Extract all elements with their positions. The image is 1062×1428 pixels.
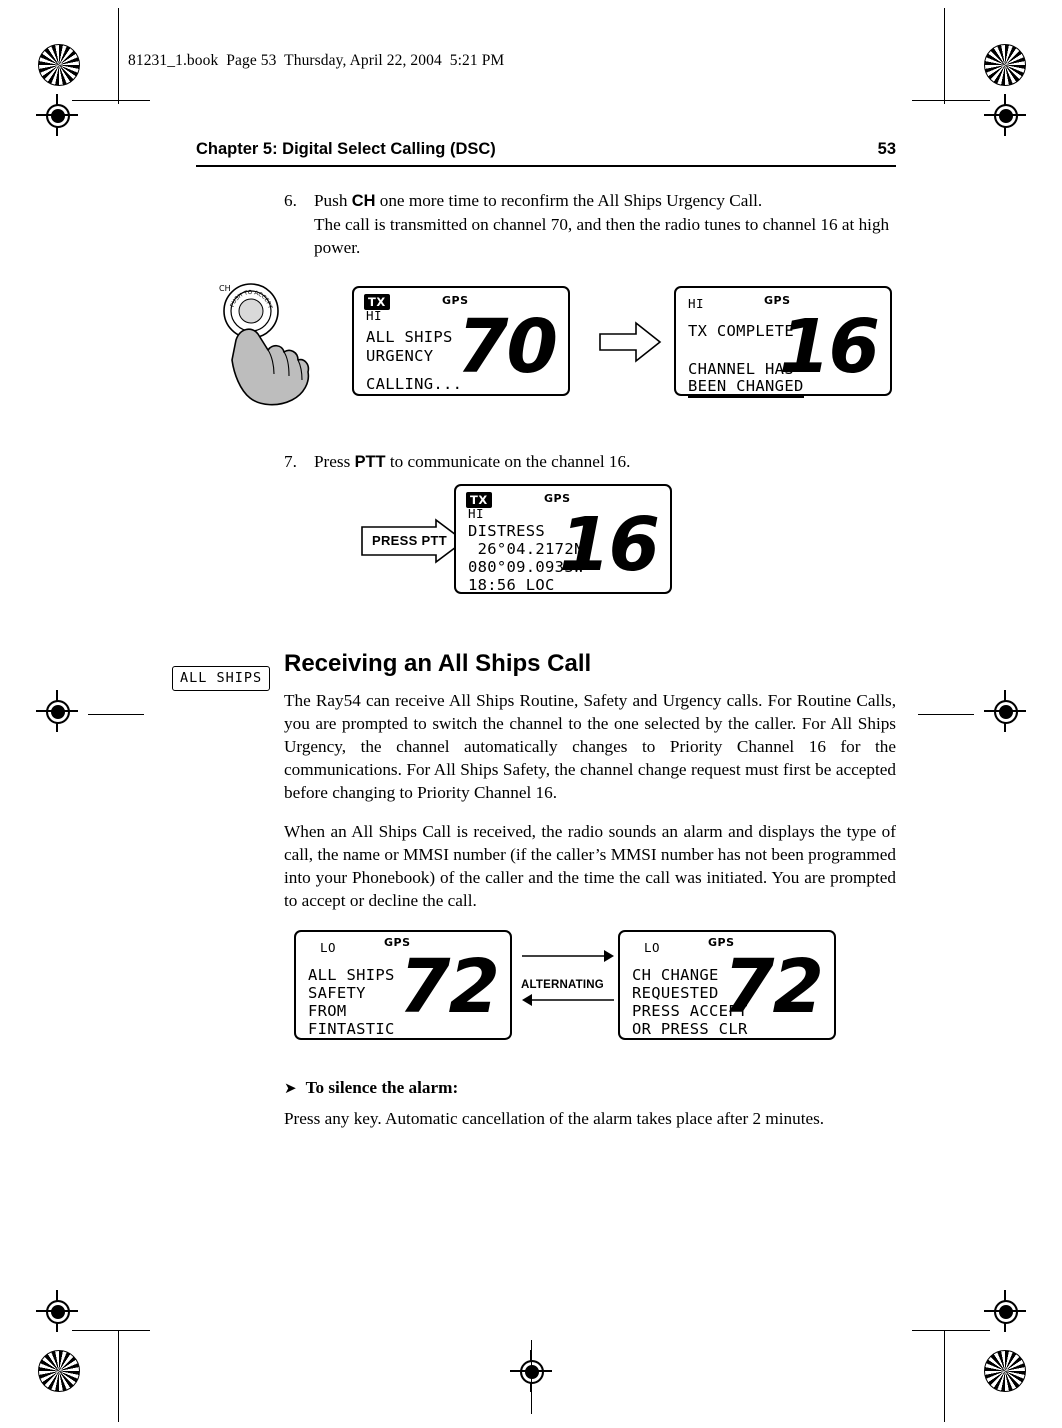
crop-mark-right-vertical-bottom	[944, 1330, 945, 1422]
lcd4-line4: FINTASTIC	[308, 1020, 395, 1038]
running-head: Chapter 5: Digital Select Calling (DSC) …	[196, 140, 896, 165]
lcd1-channel: 70	[457, 304, 558, 390]
press-ptt-label: PRESS PTT	[372, 533, 447, 548]
registration-star-bottom-right	[984, 1350, 1026, 1392]
crop-mark-bottom-right-horizontal	[912, 1330, 990, 1331]
lcd-screen-ch-change-requested: LO GPS CH CHANGE REQUESTED PRESS ACCEPT …	[618, 930, 836, 1040]
lcd5-channel: 72	[723, 944, 824, 1030]
silence-alarm-section: ➤ To silence the alarm: Press any key. A…	[196, 1056, 896, 1147]
lcd3-line1: DISTRESS	[468, 522, 546, 540]
lcd3-line4: 18:56 LOC	[468, 576, 555, 594]
header-rule	[196, 165, 896, 167]
power-indicator: LO	[644, 940, 661, 955]
power-indicator: HI	[366, 308, 383, 323]
registration-star-top-left	[38, 44, 80, 86]
lcd5-line1: CH CHANGE	[632, 966, 719, 984]
crop-mark-right-vertical	[944, 8, 945, 104]
lcd4-line3: FROM	[308, 1002, 347, 1020]
step-6-key: CH	[351, 192, 376, 210]
section-paragraph-1: The Ray54 can receive All Ships Routine,…	[284, 691, 896, 802]
step-6: 6. Push CH one more time to reconfirm th…	[284, 189, 896, 259]
crop-mark-bottom-left-horizontal	[72, 1330, 150, 1331]
crop-mark-bottom-center-vertical	[531, 1340, 532, 1414]
crop-mark-top-left-horizontal	[72, 100, 150, 101]
registration-cross-left-bottom	[36, 1290, 78, 1332]
lcd-screen-tx-complete: HI GPS TX COMPLETE CHANNEL HAS BEEN CHAN…	[674, 286, 892, 398]
subhead-silence-alarm: ➤ To silence the alarm:	[284, 1078, 896, 1098]
registration-cross-left-top	[36, 94, 78, 136]
registration-cross-right-bottom	[984, 1290, 1026, 1332]
registration-star-top-right	[984, 44, 1026, 86]
step-6-post: one more time to reconfirm the All Ships…	[375, 191, 763, 210]
lcd5-line2: REQUESTED	[632, 984, 719, 1002]
power-indicator: LO	[320, 940, 337, 955]
arrow-right-icon: ➤	[284, 1079, 297, 1097]
registration-star-bottom-left	[38, 1350, 80, 1392]
power-indicator: HI	[688, 296, 705, 311]
step-7: 7. Press PTT to communicate on the chann…	[284, 450, 904, 478]
step-7-post: to communicate on the channel 16.	[385, 452, 631, 471]
crop-mark-mid-right-horizontal	[918, 714, 974, 715]
section-paragraph-3: Press any key. Automatic cancellation of…	[284, 1109, 825, 1128]
svg-text:CH: CH	[219, 284, 231, 293]
step-6-line2: The call is transmitted on channel 70, a…	[314, 214, 890, 258]
step-7-pre: Press	[314, 452, 355, 471]
registration-cross-right-middle	[984, 690, 1026, 732]
power-indicator: HI	[468, 506, 485, 521]
step-6-number: 6.	[284, 191, 297, 210]
lcd2-channel: 16	[779, 304, 880, 390]
step-7-number: 7.	[284, 452, 297, 471]
step-6-pre: Push	[314, 191, 352, 210]
lcd3-channel: 16	[559, 502, 660, 588]
side-tag-all-ships: ALL SHIPS	[172, 666, 271, 691]
lcd4-channel: 72	[399, 944, 500, 1030]
lcd1-line4: CALLING...	[366, 375, 463, 393]
registration-cross-right-top	[984, 94, 1026, 136]
alternating-arrows	[522, 950, 614, 1006]
lcd-screen-all-ships-safety: LO GPS ALL SHIPS SAFETY FROM FINTASTIC 7…	[294, 930, 512, 1040]
section-title: Receiving an All Ships Call	[284, 650, 592, 677]
subhead-text: To silence the alarm:	[305, 1078, 459, 1097]
section-receiving-all-ships: Receiving an All Ships Call The Ray54 ca…	[196, 620, 896, 929]
chapter-title: Chapter 5: Digital Select Calling (DSC)	[196, 140, 496, 158]
crop-mark-left-vertical-bottom	[118, 1330, 119, 1422]
registration-cross-left-middle	[36, 690, 78, 732]
lcd4-line2: SAFETY	[308, 984, 366, 1002]
lcd4-line1: ALL SHIPS	[308, 966, 395, 984]
alternating-label: ALTERNATING	[521, 979, 604, 991]
knob-hand-illustration: CH PUSH TO ACCEPT	[219, 283, 310, 406]
crop-mark-left-vertical	[118, 8, 119, 104]
crop-mark-top-right-horizontal	[912, 100, 990, 101]
lcd1-line2: URGENCY	[366, 347, 434, 365]
lcd-screen-all-ships-urgency: TX HI GPS ALL SHIPS URGENCY CALLING... 7…	[352, 286, 570, 396]
flow-arrow-right-1	[599, 321, 662, 363]
step-7-key: PTT	[354, 453, 386, 471]
crop-mark-mid-left-horizontal	[88, 714, 144, 715]
page-number: 53	[877, 140, 896, 158]
lcd1-line1: ALL SHIPS	[366, 328, 453, 346]
page-body: Chapter 5: Digital Select Calling (DSC) …	[196, 140, 896, 263]
section-paragraph-2: When an All Ships Call is received, the …	[284, 821, 896, 910]
lcd-screen-distress-position: TX HI GPS DISTRESS 26°04.2172N 080°09.09…	[454, 484, 672, 594]
print-header-text: 81231_1.book Page 53 Thursday, April 22,…	[128, 52, 505, 69]
